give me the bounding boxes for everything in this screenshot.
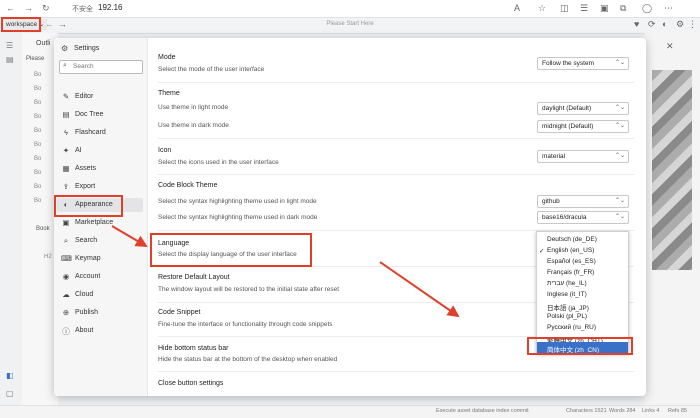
annotation-arrows: [111, 225, 460, 318]
arrow-to-language: [111, 225, 148, 248]
arrow-to-dropdown: [379, 261, 460, 318]
